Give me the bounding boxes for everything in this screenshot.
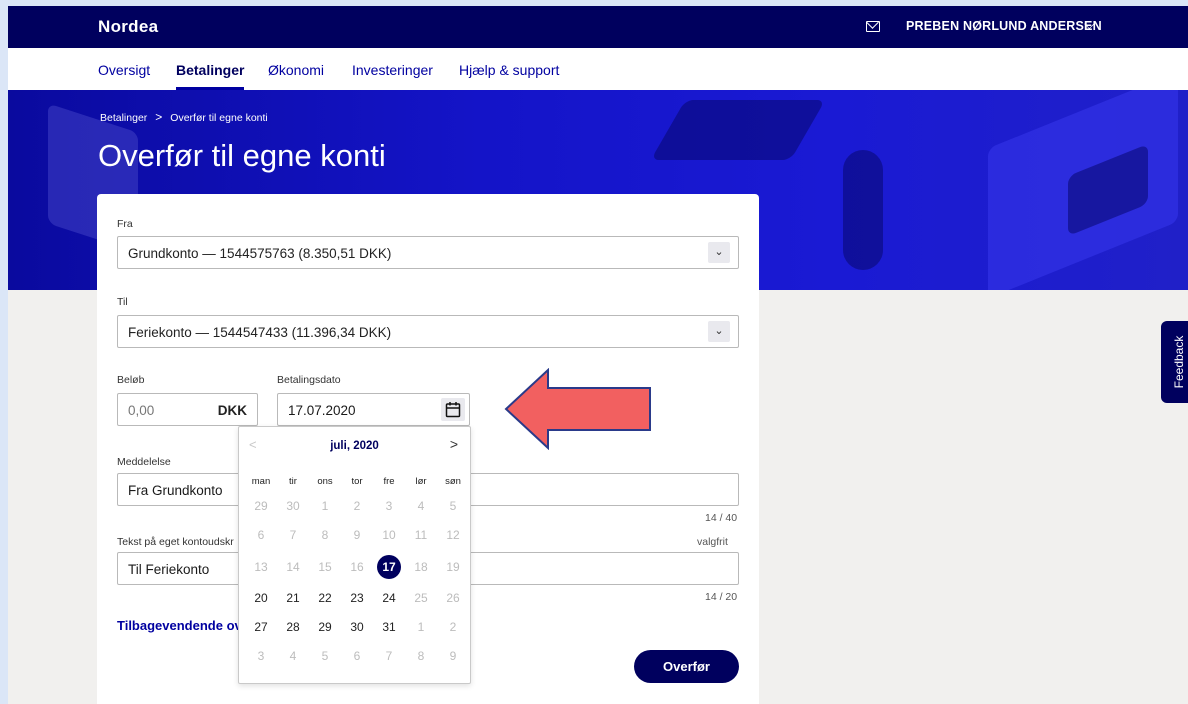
calendar-day: 16 — [350, 560, 364, 574]
next-month-button[interactable]: > — [450, 436, 458, 452]
weekday-header: fre — [383, 476, 395, 487]
calendar-day[interactable]: 20 — [249, 586, 273, 610]
mail-icon[interactable] — [866, 21, 880, 32]
weekday-header: tir — [289, 476, 297, 487]
calendar-day: 25 — [414, 591, 428, 605]
calendar-day: 9 — [449, 649, 457, 663]
calendar-day: 1 — [417, 620, 425, 634]
weekday-header: lør — [415, 476, 427, 487]
calendar-day[interactable]: 31 — [377, 615, 401, 639]
recurring-transfer-link[interactable]: Tilbagevendende ov — [117, 618, 242, 633]
breadcrumb-betalinger[interactable]: Betalinger — [100, 112, 147, 124]
calendar-day: 4 — [417, 499, 425, 513]
calendar-icon[interactable] — [441, 398, 465, 421]
weekday-header: man — [251, 476, 271, 487]
amount-placeholder: 0,00 — [128, 403, 155, 418]
breadcrumb-current: Overfør til egne konti — [170, 112, 268, 124]
transfer-submit-button[interactable]: Overfør — [634, 650, 739, 683]
nav-item-investeringer[interactable]: Investeringer — [352, 62, 433, 78]
calendar-day[interactable]: 27 — [249, 615, 273, 639]
calendar-day: 26 — [446, 591, 460, 605]
message-counter: 14 / 40 — [705, 512, 738, 524]
from-account-select[interactable]: Grundkonto — 1544575763 (8.350,51 DKK) ⌄ — [117, 236, 739, 269]
nav-item-okonomi[interactable]: Økonomi — [268, 62, 324, 78]
calendar-day: 29 — [254, 499, 268, 513]
calendar-day: 12 — [446, 528, 460, 542]
calendar-day[interactable]: 29 — [313, 615, 337, 639]
user-menu[interactable]: PREBEN NØRLUND ANDERSEN — [906, 19, 1102, 33]
own-text-label: Tekst på eget kontoudskr — [117, 536, 234, 548]
breadcrumb: Betalinger > Overfør til egne konti — [100, 110, 268, 124]
calendar-day[interactable]: 22 — [313, 586, 337, 610]
own-text-counter: 14 / 20 — [705, 591, 738, 603]
chevron-down-icon[interactable]: ⌵ — [1084, 16, 1095, 33]
calendar-day[interactable]: 28 — [281, 615, 305, 639]
calendar-day: 6 — [257, 528, 265, 542]
date-value: 17.07.2020 — [288, 403, 356, 418]
calendar-day: 14 — [286, 560, 300, 574]
calendar-day: 30 — [286, 499, 300, 513]
calendar-day: 10 — [382, 528, 396, 542]
calendar-day: 3 — [385, 499, 393, 513]
nav-item-oversigt[interactable]: Oversigt — [98, 62, 150, 78]
weekday-header: søn — [445, 476, 461, 487]
calendar-day: 7 — [385, 649, 393, 663]
own-text-optional: valgfrit — [697, 536, 728, 548]
amount-currency: DKK — [217, 403, 247, 418]
datepicker-title: juli, 2020 — [330, 440, 379, 452]
calendar-day: 1 — [321, 499, 329, 513]
calendar-day: 9 — [353, 528, 361, 542]
from-account-value: Grundkonto — 1544575763 (8.350,51 DKK) — [128, 246, 392, 261]
calendar-day: 5 — [449, 499, 457, 513]
amount-input[interactable]: 0,00 DKK — [117, 393, 258, 426]
to-account-value: Feriekonto — 1544547433 (11.396,34 DKK) — [128, 325, 392, 340]
breadcrumb-separator: > — [155, 110, 163, 124]
calendar-day: 2 — [353, 499, 361, 513]
hero-decoration — [650, 100, 826, 160]
calendar-day: 7 — [289, 528, 297, 542]
calendar-day: 2 — [449, 620, 457, 634]
calendar-day: 18 — [414, 560, 428, 574]
page-title: Overfør til egne konti — [98, 138, 386, 173]
calendar-day: 4 — [289, 649, 297, 663]
to-account-select[interactable]: Feriekonto — 1544547433 (11.396,34 DKK) … — [117, 315, 739, 348]
main-nav: Oversigt Betalinger Økonomi Investeringe… — [8, 48, 1188, 90]
calendar-day: 5 — [321, 649, 329, 663]
calendar-day: 8 — [321, 528, 329, 542]
amount-label: Beløb — [117, 374, 145, 386]
date-label: Betalingsdato — [277, 374, 341, 386]
calendar-day: 13 — [254, 560, 268, 574]
nav-item-betalinger[interactable]: Betalinger — [176, 62, 245, 90]
feedback-label: Feedback — [1171, 335, 1186, 389]
calendar-day[interactable]: 21 — [281, 586, 305, 610]
calendar-day: 15 — [318, 560, 332, 574]
message-label: Meddelelse — [117, 456, 171, 468]
to-label: Til — [117, 296, 128, 308]
calendar-day[interactable]: 30 — [345, 615, 369, 639]
top-bar: Nordea PREBEN NØRLUND ANDERSEN ⌵ — [8, 6, 1188, 48]
from-label: Fra — [117, 218, 133, 230]
message-value: Fra Grundkonto — [128, 483, 223, 498]
nordea-logo[interactable]: Nordea — [98, 17, 158, 37]
annotation-arrow — [504, 368, 651, 450]
nav-item-hjaelp-support[interactable]: Hjælp & support — [459, 62, 559, 78]
datepicker-popup: < juli, 2020 > man tir ons tor fre lør søn 29 3… — [238, 426, 471, 684]
date-input[interactable]: 17.07.2020 — [277, 393, 470, 426]
feedback-tab[interactable]: Feedback — [1161, 321, 1188, 403]
calendar-day: 11 — [414, 528, 428, 542]
calendar-day[interactable]: 17 — [377, 555, 401, 579]
app-window: Nordea PREBEN NØRLUND ANDERSEN ⌵ Oversig… — [8, 6, 1188, 704]
own-text-value: Til Feriekonto — [128, 562, 210, 577]
weekday-header: ons — [317, 476, 333, 487]
calendar-day: 3 — [257, 649, 265, 663]
calendar-day[interactable]: 24 — [377, 586, 401, 610]
calendar-day[interactable]: 23 — [345, 586, 369, 610]
chevron-down-icon: ⌄ — [708, 242, 730, 263]
weekday-header: tor — [351, 476, 363, 487]
calendar-day: 19 — [446, 560, 460, 574]
hero-decoration — [843, 150, 883, 270]
calendar-day: 6 — [353, 649, 361, 663]
chevron-down-icon: ⌄ — [708, 321, 730, 342]
calendar-day: 8 — [417, 649, 425, 663]
